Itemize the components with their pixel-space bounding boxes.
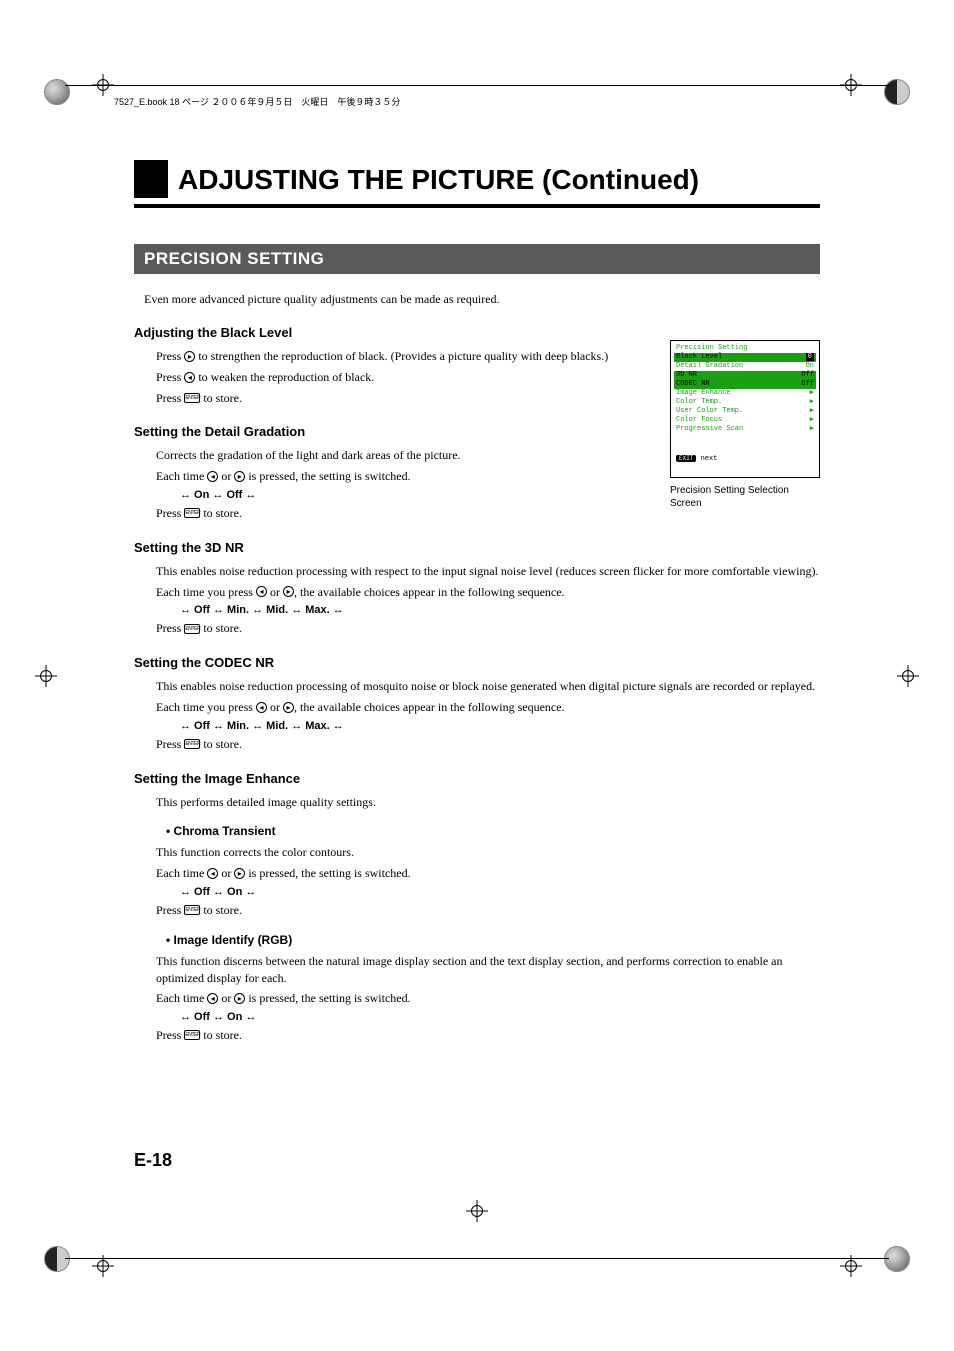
osd-row: Color Temp.▶: [674, 398, 816, 407]
page-number: E-18: [134, 1150, 172, 1171]
left-arrow-icon: ◂: [207, 993, 218, 1004]
body-text: This function corrects the color contour…: [156, 844, 820, 861]
left-arrow-icon: ◂: [207, 868, 218, 879]
body-text: Each time ◂ or ▸ is pressed, the setting…: [156, 990, 820, 1007]
osd-screen: Precision Setting Black Level0Detail Gra…: [670, 340, 820, 478]
section-heading: PRECISION SETTING: [134, 244, 820, 274]
osd-row: Progressive Scan▶: [674, 425, 816, 434]
left-arrow-icon: ◂: [256, 702, 267, 713]
right-arrow-icon: ▸: [234, 993, 245, 1004]
body-text: This enables noise reduction processing …: [156, 563, 820, 580]
body-text: This performs detailed image quality set…: [156, 794, 820, 811]
enter-icon: ENTER: [184, 739, 200, 749]
heading-codec-nr: Setting the CODEC NR: [134, 655, 820, 670]
right-arrow-icon: ▸: [283, 586, 294, 597]
crop-line: [65, 1258, 889, 1259]
sequence-values: ↔ Off ↔ Min. ↔ Mid. ↔ Max. ↔: [180, 720, 820, 732]
osd-row: User Color Temp.▶: [674, 407, 816, 416]
intro-text: Even more advanced picture quality adjus…: [144, 292, 820, 307]
crop-ball-icon: [884, 79, 910, 105]
osd-row: Image Enhance▶: [674, 389, 816, 398]
body-text: Press ENTER to store.: [156, 736, 820, 753]
sequence-values: ↔ Off ↔ Min. ↔ Mid. ↔ Max. ↔: [180, 604, 820, 616]
osd-row: Detail GradationOn: [674, 362, 816, 371]
sequence-values: ↔ Off ↔ On ↔: [180, 886, 820, 898]
osd-exit-key: EXIT: [676, 455, 696, 462]
osd-footer: EXIT next: [674, 456, 816, 463]
heading-3d-nr: Setting the 3D NR: [134, 540, 820, 555]
body-text: Each time you press ◂ or ▸, the availabl…: [156, 699, 820, 716]
enter-icon: ENTER: [184, 508, 200, 518]
enter-icon: ENTER: [184, 393, 200, 403]
body-text: Press ENTER to store.: [156, 620, 820, 637]
right-arrow-icon: ▸: [234, 868, 245, 879]
osd-row: Black Level0: [674, 353, 816, 362]
body-text: Each time ◂ or ▸ is pressed, the setting…: [156, 865, 820, 882]
bullet-chroma-transient: Chroma Transient: [166, 824, 820, 838]
body-text: Press ENTER to store.: [156, 1027, 820, 1044]
enter-icon: ENTER: [184, 905, 200, 915]
body-text: This function discerns between the natur…: [156, 953, 820, 987]
left-arrow-icon: ◂: [207, 471, 218, 482]
body-text: This enables noise reduction processing …: [156, 678, 820, 695]
title-accent-block: [134, 160, 168, 198]
left-arrow-icon: ◂: [184, 372, 195, 383]
body-text: Each time you press ◂ or ▸, the availabl…: [156, 584, 820, 601]
osd-title: Precision Setting: [674, 345, 816, 352]
bullet-image-identify: Image Identify (RGB): [166, 933, 820, 947]
right-arrow-icon: ▸: [184, 351, 195, 362]
enter-icon: ENTER: [184, 624, 200, 634]
osd-caption: Precision Setting Selection Screen: [670, 484, 820, 510]
left-arrow-icon: ◂: [256, 586, 267, 597]
right-arrow-icon: ▸: [234, 471, 245, 482]
title-underline: [134, 204, 820, 208]
enter-icon: ENTER: [184, 1030, 200, 1040]
print-header: 7527_E.book 18 ページ ２００６年９月５日 火曜日 午後９時３５分: [114, 95, 414, 108]
heading-image-enhance: Setting the Image Enhance: [134, 771, 820, 786]
crop-ball-icon: [44, 79, 70, 105]
osd-row: 3D NROff: [674, 371, 816, 380]
page-title-bar: ADJUSTING THE PICTURE (Continued): [134, 160, 820, 198]
right-arrow-icon: ▸: [283, 702, 294, 713]
page-title: ADJUSTING THE PICTURE (Continued): [178, 160, 820, 198]
osd-row: Color Focus▶: [674, 416, 816, 425]
heading-black-level: Adjusting the Black Level: [134, 325, 820, 340]
osd-figure: Precision Setting Black Level0Detail Gra…: [670, 340, 820, 510]
crop-ball-icon: [44, 1246, 70, 1272]
body-text: Press ENTER to store.: [156, 902, 820, 919]
osd-row: CODEC NROff: [674, 380, 816, 389]
sequence-values: ↔ Off ↔ On ↔: [180, 1011, 820, 1023]
crop-line: [65, 85, 889, 86]
crop-ball-icon: [884, 1246, 910, 1272]
